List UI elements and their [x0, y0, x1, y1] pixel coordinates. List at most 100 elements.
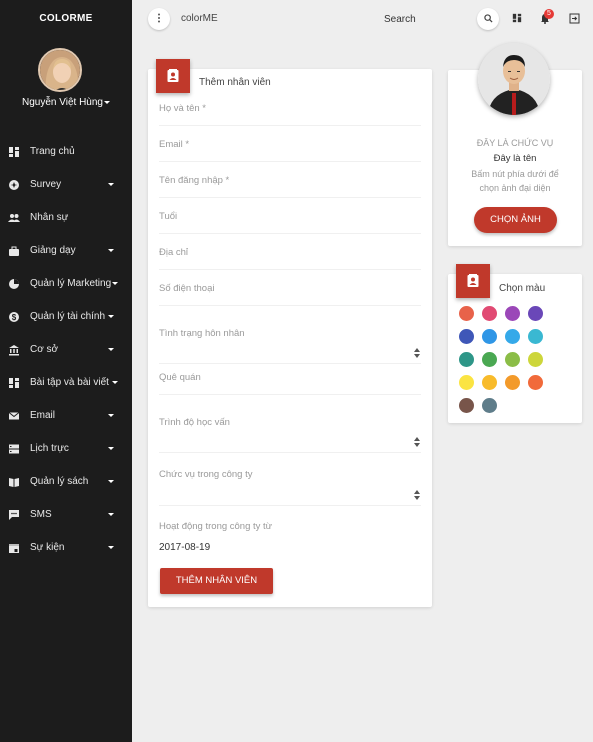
sidebar-nav: Trang chủ Survey Nhân sự Giảng dạy Quản …	[0, 135, 132, 564]
search-button[interactable]	[477, 8, 499, 30]
start-date-label: Hoạt động trong công ty từ	[159, 521, 273, 532]
color-picker-card: Chọn màu	[448, 264, 582, 423]
position-text: ĐÂY LÀ CHỨC VỤ	[476, 138, 554, 148]
briefcase-icon	[8, 245, 20, 257]
color-swatch[interactable]	[505, 306, 520, 321]
sidebar-item-quan-ly-sach[interactable]: Quản lý sách	[0, 465, 132, 498]
profile-avatar[interactable]	[478, 43, 550, 115]
color-swatch[interactable]	[528, 329, 543, 344]
color-swatch[interactable]	[505, 352, 520, 367]
sidebar: COLORME Nguyễn Việt Hùng Trang chủ Surve…	[0, 0, 132, 742]
topbar: colorME Search 5	[132, 0, 593, 40]
caret-down-icon	[108, 480, 114, 483]
caret-down-icon	[108, 513, 114, 516]
sidebar-item-label: Lịch trực	[30, 443, 69, 454]
contacts-icon	[456, 264, 490, 298]
dollar-icon: $	[8, 311, 20, 323]
caret-down-icon	[112, 381, 118, 384]
color-swatch[interactable]	[482, 306, 497, 321]
caret-down-icon	[112, 282, 118, 285]
sms-icon	[8, 509, 20, 521]
color-swatch[interactable]	[459, 375, 474, 390]
search-label[interactable]: Search	[384, 14, 416, 25]
hometown-field[interactable]: Quê quán	[159, 372, 201, 383]
divider	[159, 452, 421, 453]
username-field[interactable]: Tên đăng nhập *	[159, 175, 229, 186]
color-swatch[interactable]	[459, 329, 474, 344]
divider	[159, 394, 421, 395]
color-swatch[interactable]	[505, 375, 520, 390]
education-select[interactable]: Trình độ học vấn	[159, 417, 230, 428]
select-arrows-icon[interactable]	[414, 348, 420, 358]
color-swatch[interactable]	[528, 375, 543, 390]
sidebar-item-quan-ly-marketing[interactable]: Quản lý Marketing	[0, 267, 132, 300]
sidebar-item-survey[interactable]: Survey	[0, 168, 132, 201]
sidebar-toggle-button[interactable]	[148, 8, 170, 30]
caret-down-icon	[103, 100, 110, 104]
sidebar-item-label: Giảng dạy	[30, 245, 76, 256]
divider	[159, 125, 421, 126]
caret-down-icon	[108, 546, 114, 549]
color-swatch[interactable]	[459, 352, 474, 367]
position-select[interactable]: Chức vụ trong công ty	[159, 469, 253, 480]
sidebar-item-label: Quản lý sách	[30, 476, 89, 487]
color-swatch[interactable]	[482, 398, 497, 413]
sidebar-item-giang-day[interactable]: Giảng dạy	[0, 234, 132, 267]
caret-down-icon	[108, 414, 114, 417]
brand-logo-text[interactable]: COLORME	[0, 13, 132, 24]
color-picker-title: Chọn màu	[499, 283, 546, 294]
sidebar-item-sms[interactable]: SMS	[0, 498, 132, 531]
start-date-input[interactable]: 2017-08-19	[159, 542, 210, 553]
select-arrows-icon[interactable]	[414, 490, 420, 500]
divider	[159, 197, 421, 198]
color-swatch[interactable]	[528, 306, 543, 321]
sidebar-item-nhan-su[interactable]: Nhân sự	[0, 201, 132, 234]
sidebar-item-label: Quản lý tài chính	[30, 311, 106, 322]
email-field[interactable]: Email *	[159, 139, 189, 150]
divider	[159, 505, 421, 506]
divider	[159, 161, 421, 162]
avatar-hint-text: Bấm nút phía dưới để chọn ảnh đại diện	[471, 169, 559, 193]
sidebar-item-label: Sự kiện	[30, 542, 65, 553]
svg-text:$: $	[12, 313, 17, 322]
caret-down-icon	[108, 447, 114, 450]
color-swatch[interactable]	[459, 398, 474, 413]
select-arrows-icon[interactable]	[414, 437, 420, 447]
divider	[159, 233, 421, 234]
address-field[interactable]: Địa chỉ	[159, 247, 188, 258]
more-vert-icon	[157, 10, 161, 28]
event-icon	[8, 542, 20, 554]
sidebar-item-bai-tap-va-bai-viet[interactable]: Bài tập và bài viết	[0, 366, 132, 399]
phone-field[interactable]: Số điện thoại	[159, 283, 214, 294]
color-swatch[interactable]	[505, 329, 520, 344]
dashboard-icon	[8, 146, 20, 158]
color-swatch[interactable]	[528, 352, 543, 367]
logout-icon[interactable]	[568, 12, 580, 24]
add-employee-button[interactable]: THÊM NHÂN VIÊN	[160, 568, 273, 594]
user-avatar[interactable]	[38, 48, 82, 92]
sidebar-item-trang-chu[interactable]: Trang chủ	[0, 135, 132, 168]
color-swatch[interactable]	[482, 375, 497, 390]
fullname-field[interactable]: Họ và tên *	[159, 103, 206, 114]
color-swatch[interactable]	[459, 306, 474, 321]
divider	[159, 363, 421, 364]
sidebar-item-label: Nhân sự	[30, 212, 69, 223]
sidebar-item-label: SMS	[30, 509, 52, 520]
dashboard-icon[interactable]	[511, 12, 523, 24]
age-field[interactable]: Tuổi	[159, 211, 177, 222]
color-swatch[interactable]	[482, 352, 497, 367]
sidebar-item-label: Quản lý Marketing	[30, 278, 112, 289]
book-icon	[8, 476, 20, 488]
sidebar-item-su-kien[interactable]: Sự kiện	[0, 531, 132, 564]
sidebar-item-email[interactable]: Email	[0, 399, 132, 432]
choose-image-button[interactable]: CHỌN ẢNH	[474, 207, 557, 233]
caret-down-icon	[108, 183, 114, 186]
sidebar-item-co-so[interactable]: Cơ sở	[0, 333, 132, 366]
sidebar-item-lich-truc[interactable]: Lịch trực	[0, 432, 132, 465]
color-swatch[interactable]	[482, 329, 497, 344]
marital-status-select[interactable]: Tình trạng hôn nhân	[159, 328, 245, 339]
user-name-dropdown[interactable]: Nguyễn Việt Hùng	[0, 97, 132, 108]
bank-icon	[8, 344, 20, 356]
sidebar-item-label: Trang chủ	[30, 146, 75, 157]
sidebar-item-quan-ly-tai-chinh[interactable]: $ Quản lý tài chính	[0, 300, 132, 333]
